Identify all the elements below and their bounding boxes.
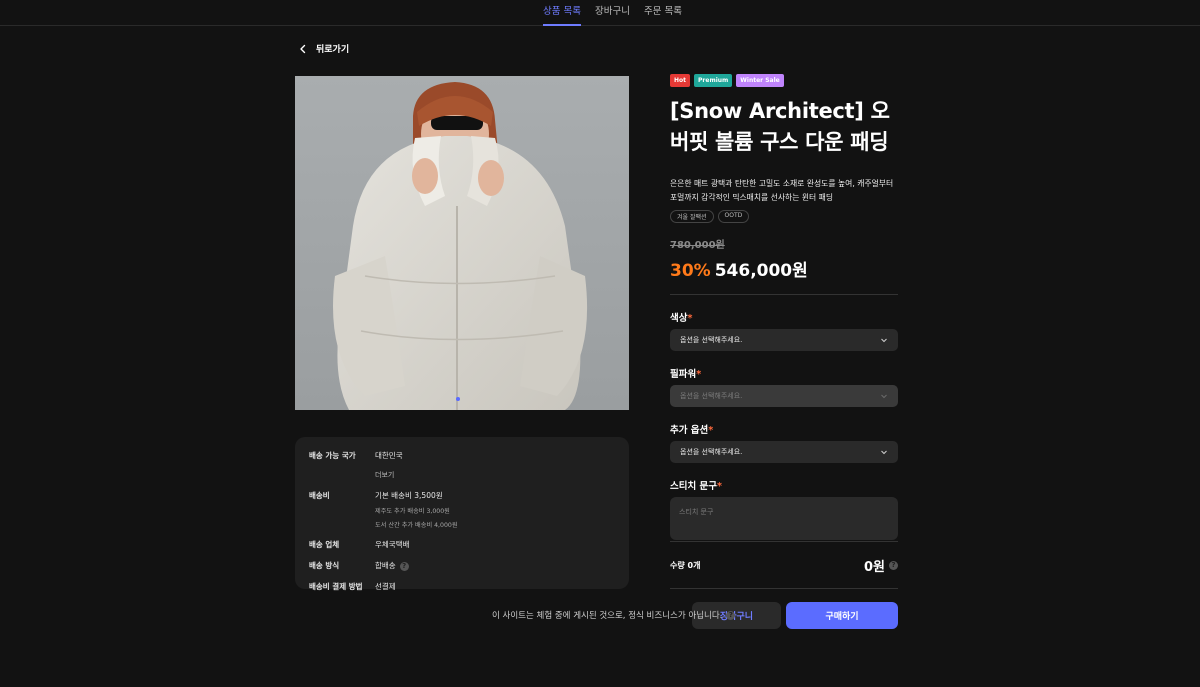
badge-list: Hot Premium Winter Sale — [670, 74, 898, 87]
tag-list: 겨울 잘팩션 OOTD — [670, 210, 898, 223]
carousel-indicator[interactable] — [456, 397, 460, 401]
help-icon[interactable]: ? — [399, 561, 409, 571]
product-image — [295, 76, 629, 410]
tab-cart[interactable]: 장바구니 — [595, 0, 630, 26]
demo-notice: 이 사이트는 체험 중에 게시된 것으로, 정식 비즈니스가 아닙니다.? — [492, 609, 736, 621]
shipping-payment-row: 배송비 결제 방법 선결제 — [309, 581, 629, 592]
shipping-payment-value: 선결제 — [375, 582, 396, 591]
chevron-down-icon — [881, 394, 887, 399]
chevron-left-icon — [300, 44, 306, 53]
help-icon[interactable]: ? — [889, 560, 898, 570]
total-price: 0원? — [864, 556, 898, 575]
option-extra-placeholder: 옵션을 선택해주세요. — [680, 448, 743, 456]
tag-item[interactable]: OOTD — [717, 210, 750, 223]
tab-orders[interactable]: 주문 목록 — [644, 0, 682, 26]
shipping-company-row: 배송 업체 우체국택배 — [309, 539, 629, 550]
product-photo — [295, 76, 629, 410]
back-button[interactable]: 뒤로가기 — [298, 42, 349, 55]
badge-hot: Hot — [670, 74, 691, 87]
option-fillpower-label: 필파워* — [670, 369, 702, 380]
product-description: 은은한 매트 광택과 탄탄한 고밀도 소재로 완성도를 높여, 캐주얼부터 포멀… — [670, 179, 894, 202]
shipping-method-row: 배송 방식 합배송? — [309, 560, 629, 571]
tab-product-list[interactable]: 상품 목록 — [543, 0, 581, 26]
tag-item[interactable]: 겨울 잘팩션 — [670, 210, 714, 223]
shipping-country-row: 배송 가능 국가 대한민국 더보기 — [309, 450, 629, 480]
price-line: 30% 546,000원 — [670, 256, 898, 281]
product-detail: Hot Premium Winter Sale [Snow Architect]… — [670, 74, 898, 540]
divider — [670, 294, 898, 295]
option-color-placeholder: 옵션을 선택해주세요. — [680, 336, 743, 344]
shipping-fee-row: 배송비 기본 배송비 3,500원 제주도 추가 배송비 3,000원 도서 산… — [309, 490, 629, 529]
shipping-payment-label: 배송비 결제 방법 — [309, 582, 363, 591]
badge-premium: Premium — [694, 74, 733, 87]
option-color-select[interactable]: 옵션을 선택해주세요. — [670, 329, 898, 351]
option-color-label: 색상* — [670, 313, 693, 324]
quantity-label: 수량 0개 — [670, 560, 701, 570]
shipping-country-label: 배송 가능 국가 — [309, 451, 356, 460]
shipping-method-value: 합배송 — [375, 561, 396, 570]
badge-winter-sale: Winter Sale — [736, 74, 784, 87]
sale-price: 546,000원 — [714, 261, 808, 281]
original-price: 780,000원 — [670, 240, 725, 251]
shipping-company-label: 배송 업체 — [309, 540, 340, 549]
shipping-fee-jeju: 제주도 추가 배송비 3,000원 — [375, 508, 450, 515]
nav-tabs: 상품 목록 장바구니 주문 목록 — [543, 0, 682, 26]
stitch-label: 스티치 문구* — [670, 481, 722, 492]
option-fillpower-select[interactable]: 옵션을 선택해주세요. — [670, 385, 898, 407]
option-extra-label: 추가 옵션* — [670, 425, 714, 436]
quantity-summary: 수량 0개 0원? — [670, 541, 898, 589]
demo-notice-text: 이 사이트는 체험 중에 게시된 것으로, 정식 비즈니스가 아닙니다. — [492, 611, 723, 621]
shipping-info-panel: 배송 가능 국가 대한민국 더보기 배송비 기본 배송비 3,500원 제주도 … — [295, 437, 629, 592]
chevron-down-icon — [881, 450, 887, 455]
discount-rate: 30% — [670, 261, 711, 281]
buy-button[interactable]: 구매하기 — [786, 602, 898, 629]
back-label: 뒤로가기 — [316, 45, 350, 55]
more-link[interactable]: 더보기 — [375, 470, 403, 480]
top-nav: 상품 목록 장바구니 주문 목록 — [0, 0, 1200, 26]
option-extra-select[interactable]: 옵션을 선택해주세요. — [670, 441, 898, 463]
shipping-company-value: 우체국택배 — [375, 540, 410, 549]
shipping-country-value: 대한민국 — [375, 451, 403, 460]
chevron-down-icon — [881, 338, 887, 343]
stitch-textarea[interactable]: 스티치 문구 — [670, 497, 898, 540]
shipping-fee-label: 배송비 — [309, 491, 330, 500]
shipping-fee-value: 기본 배송비 3,500원 — [375, 491, 443, 500]
option-fillpower-placeholder: 옵션을 선택해주세요. — [680, 392, 743, 400]
shipping-fee-island: 도서 산간 추가 배송비 4,000원 — [375, 522, 458, 529]
help-icon[interactable]: ? — [726, 610, 736, 620]
shipping-method-label: 배송 방식 — [309, 561, 340, 570]
product-title: [Snow Architect] 오버핏 볼륨 구스 다운 패딩 — [670, 99, 890, 154]
